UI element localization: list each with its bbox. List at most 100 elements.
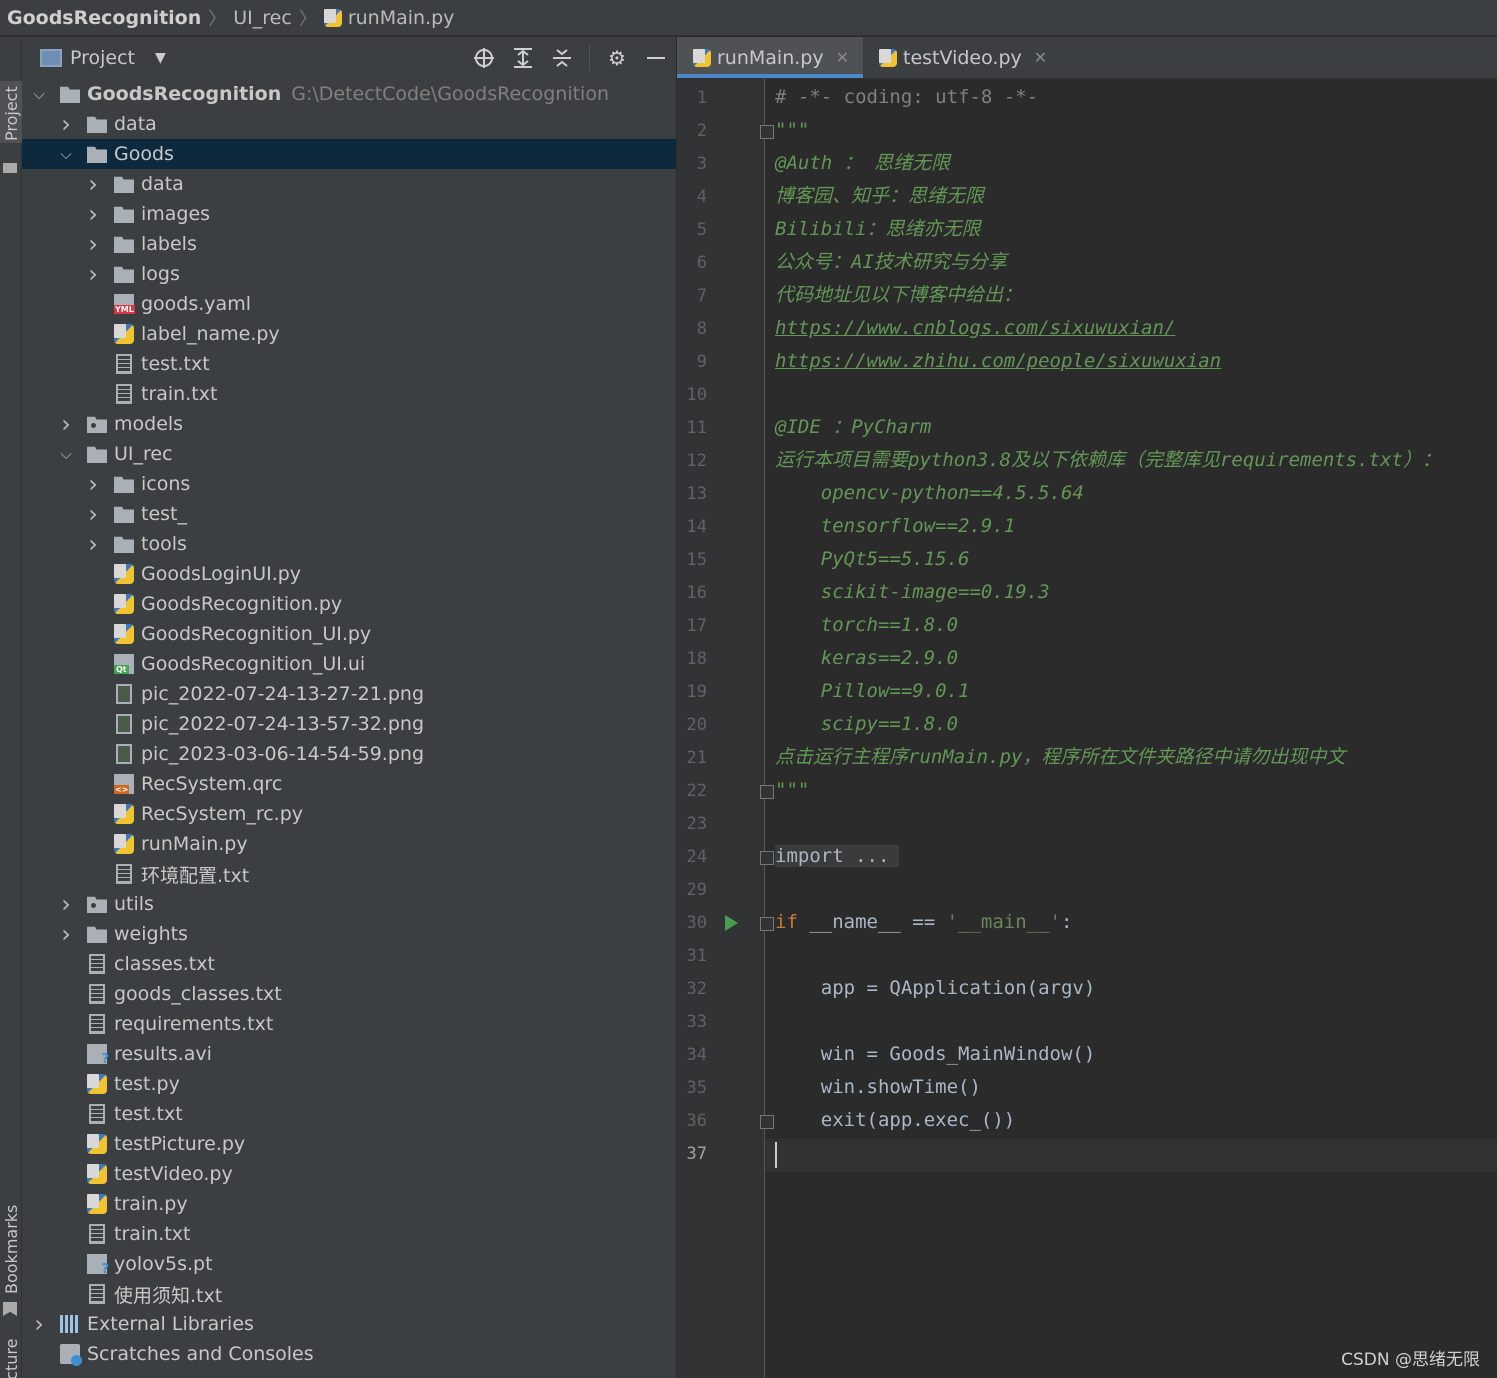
code-token: Pillow==9.0.1 [775,680,970,702]
chevron-right-icon[interactable]: › [59,920,73,948]
chevron-right-icon[interactable]: › [86,260,100,288]
tree-row[interactable]: runMain.py [22,829,676,859]
chevron-right-icon[interactable]: › [32,1310,46,1338]
tree-row[interactable]: GoodsRecognition_UI.py [22,619,676,649]
tree-row[interactable]: GoodsRecognition_UI.ui [22,649,676,679]
tree-row[interactable]: test.txt [22,349,676,379]
tree-row[interactable]: results.avi [22,1039,676,1069]
chevron-right-icon[interactable]: › [59,110,73,138]
collapse-all-button[interactable] [550,46,574,70]
tree-row[interactable]: testPicture.py [22,1129,676,1159]
project-view-selector[interactable]: Project [70,47,135,69]
tree-row[interactable]: › External Libraries [22,1309,676,1339]
tree-row[interactable]: goods.yaml [22,289,676,319]
code-token: @IDE ：PyCharm [775,416,932,438]
fold-marker-icon[interactable] [760,917,774,931]
tree-row[interactable]: pic_2023-03-06-14-54-59.png [22,739,676,769]
tree-row[interactable]: ⌵ Goods [22,139,676,169]
code-link[interactable]: https://www.cnblogs.com/sixuwuxian/ [775,317,1175,339]
line-number: 33 [686,1012,707,1032]
hide-panel-button[interactable] [644,46,668,70]
code-token: if [775,911,798,933]
editor-tab[interactable]: testVideo.py ✕ [863,37,1061,78]
chevron-right-icon[interactable]: › [86,230,100,258]
breadcrumb-project[interactable]: GoodsRecognition [7,7,201,29]
run-gutter-icon[interactable] [725,915,738,931]
line-number: 21 [686,748,707,768]
tree-row[interactable]: GoodsLoginUI.py [22,559,676,589]
tree-row[interactable]: goods_classes.txt [22,979,676,1009]
fold-marker-icon[interactable] [760,851,774,865]
close-icon[interactable]: ✕ [836,48,849,67]
tree-row[interactable]: RecSystem.qrc [22,769,676,799]
chevron-down-icon[interactable]: ⌵ [32,85,46,103]
chevron-right-icon[interactable]: › [86,470,100,498]
chevron-right-icon[interactable]: › [86,530,100,558]
tree-row[interactable]: 环境配置.txt [22,859,676,889]
editor-tab-label: runMain.py [717,46,824,69]
tree-row[interactable]: Scratches and Consoles [22,1339,676,1369]
tree-row[interactable]: GoodsRecognition.py [22,589,676,619]
editor-tab[interactable]: runMain.py ✕ [677,37,864,78]
fold-marker-icon[interactable] [760,785,774,799]
tree-row[interactable]: › tools [22,529,676,559]
tree-row[interactable]: › data [22,109,676,139]
tree-row[interactable]: › logs [22,259,676,289]
tree-row[interactable]: ⌵ UI_rec [22,439,676,469]
breadcrumb-folder[interactable]: UI_rec [233,7,292,29]
options-button[interactable]: ⚙ [605,46,629,70]
tree-row[interactable]: requirements.txt [22,1009,676,1039]
tree-row[interactable]: › labels [22,229,676,259]
tree-row[interactable]: pic_2022-07-24-13-57-32.png [22,709,676,739]
breadcrumb-file[interactable]: runMain.py [323,7,454,29]
select-opened-file-button[interactable] [472,46,496,70]
code-line: 博客园、知乎：思绪无限 [775,180,984,213]
tree-row[interactable]: testVideo.py [22,1159,676,1189]
tree-row[interactable]: › models [22,409,676,439]
project-window-icon [40,49,62,67]
chevron-right-icon[interactable]: › [86,170,100,198]
code-line: opencv-python==4.5.5.64 [775,477,1084,510]
tree-row[interactable]: › icons [22,469,676,499]
project-tool-tab[interactable]: Project [0,81,22,173]
python-file-icon [114,624,134,644]
tree-row[interactable]: train.txt [22,1219,676,1249]
line-number: 17 [686,616,707,636]
fold-marker-icon[interactable] [760,1115,774,1129]
tree-row[interactable]: › data [22,169,676,199]
chevron-down-icon[interactable]: ⌵ [59,445,73,463]
line-number: 30 [686,913,707,933]
tree-row[interactable]: › utils [22,889,676,919]
chevron-right-icon[interactable]: › [86,500,100,528]
tree-row[interactable]: › test_ [22,499,676,529]
fold-marker-icon[interactable] [760,125,774,139]
tree-row[interactable]: › images [22,199,676,229]
expand-all-button[interactable] [511,46,535,70]
code-area[interactable]: # -*- coding: utf-8 -*- """ @Auth ： 思绪无限 博客… [775,79,1497,1378]
tree-row[interactable]: ⌵ GoodsRecognition G:\DetectCode\GoodsReco… [22,79,676,109]
bookmarks-tool-tab[interactable]: Bookmarks [0,1202,22,1316]
python-file-icon [323,8,342,27]
structure-tool-tab[interactable]: Structure [0,1339,22,1378]
code-line: tensorflow==2.9.1 [775,510,1015,543]
tree-row[interactable]: 使用须知.txt [22,1279,676,1309]
tree-row[interactable]: train.txt [22,379,676,409]
close-icon[interactable]: ✕ [1034,48,1047,67]
chevron-right-icon[interactable]: › [86,200,100,228]
tree-row[interactable]: yolov5s.pt [22,1249,676,1279]
chevron-right-icon[interactable]: › [59,890,73,918]
tree-row[interactable]: test.py [22,1069,676,1099]
chevron-right-icon[interactable]: › [59,410,73,438]
tree-row[interactable]: label_name.py [22,319,676,349]
chevron-down-icon[interactable]: ▼ [155,50,166,66]
tree-row[interactable]: train.py [22,1189,676,1219]
code-link[interactable]: https://www.zhihu.com/people/sixuwuxian [775,350,1221,372]
tree-row[interactable]: RecSystem_rc.py [22,799,676,829]
tree-row[interactable]: › weights [22,919,676,949]
chevron-down-icon[interactable]: ⌵ [59,145,73,163]
tree-row[interactable]: classes.txt [22,949,676,979]
code-token[interactable]: import ... [775,845,900,867]
tree-row[interactable]: test.txt [22,1099,676,1129]
tree-row[interactable]: pic_2022-07-24-13-27-21.png [22,679,676,709]
project-tool-tab-label: Project [2,86,21,141]
